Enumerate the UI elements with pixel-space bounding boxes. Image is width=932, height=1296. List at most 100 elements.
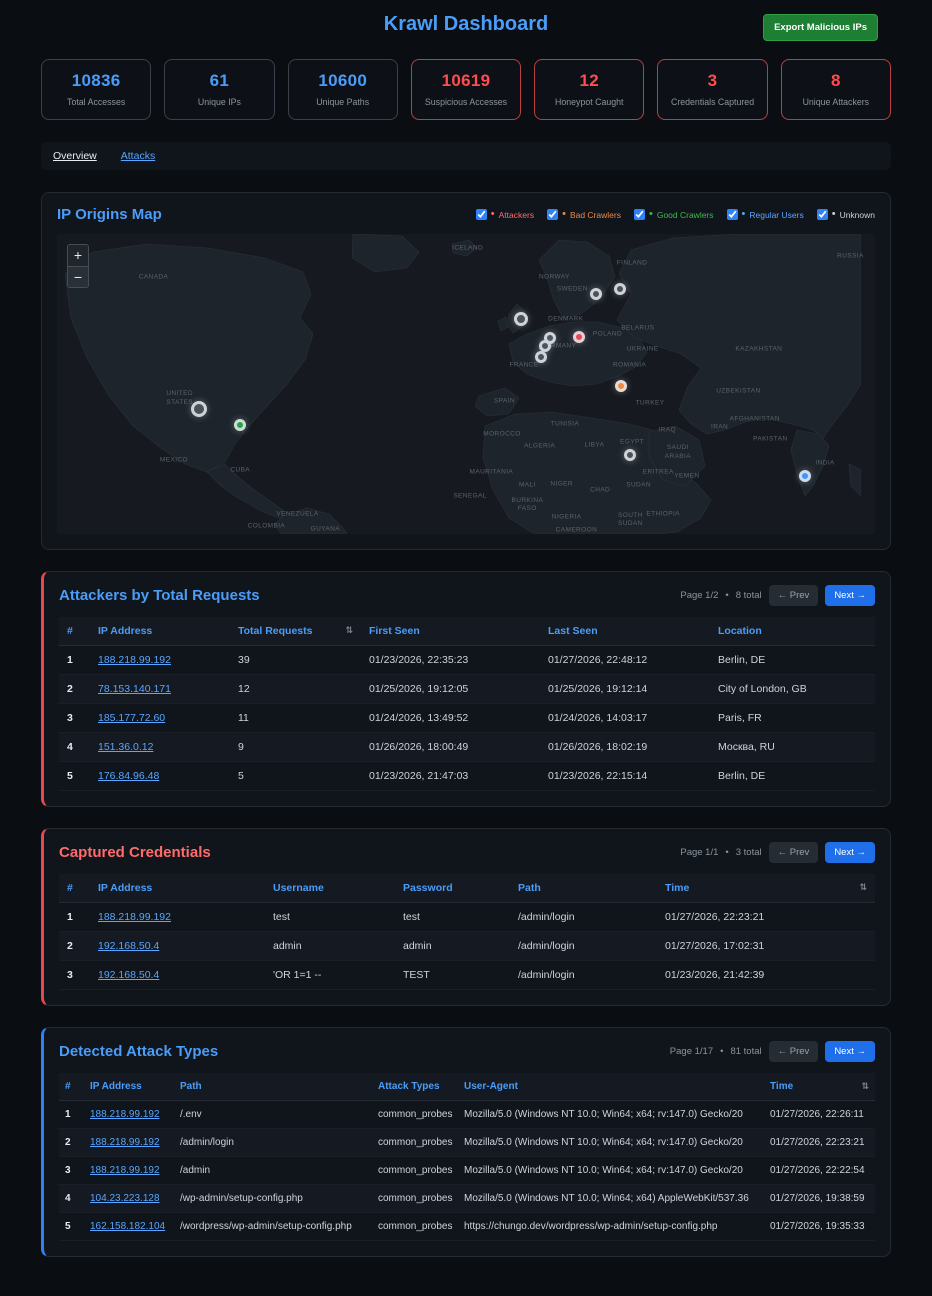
bullet-separator: • bbox=[720, 1046, 723, 1057]
stat-value: 8 bbox=[786, 71, 886, 91]
cell-path: /admin/login bbox=[174, 1129, 372, 1157]
next-button[interactable]: Next → bbox=[825, 585, 875, 606]
cell-first-seen: 01/23/2026, 22:35:23 bbox=[361, 646, 540, 675]
cell-location: Paris, FR bbox=[710, 704, 875, 733]
cell-ip-address: 176.84.96.48 bbox=[90, 762, 230, 791]
cell-location: City of London, GB bbox=[710, 675, 875, 704]
legend-checkbox-good-crawlers[interactable] bbox=[634, 209, 645, 220]
cell-col: 4 bbox=[59, 733, 90, 762]
stat-label: Unique Attackers bbox=[786, 97, 886, 107]
cell-username: test bbox=[265, 903, 395, 932]
column-header-ip-address: IP Address bbox=[90, 617, 230, 646]
legend-dot: • bbox=[832, 209, 836, 220]
column-header-path: Path bbox=[174, 1073, 372, 1101]
ip-link[interactable]: 188.218.99.192 bbox=[98, 911, 171, 923]
sort-icon[interactable]: ⇅ bbox=[345, 625, 353, 636]
map-marker-unknown[interactable] bbox=[535, 351, 547, 363]
ip-link[interactable]: 176.84.96.48 bbox=[98, 770, 159, 782]
world-map bbox=[57, 234, 861, 534]
table-row: 3192.168.50.4'OR 1=1 --TEST/admin/login0… bbox=[59, 961, 875, 990]
cell-time: 01/27/2026, 22:23:21 bbox=[657, 903, 875, 932]
legend-checkbox-attackers[interactable] bbox=[476, 209, 487, 220]
sort-icon[interactable]: ⇅ bbox=[861, 1081, 869, 1092]
cell-location: Berlin, DE bbox=[710, 646, 875, 675]
legend-checkbox-unknown[interactable] bbox=[817, 209, 828, 220]
column-header-total-requests[interactable]: Total Requests⇅ bbox=[230, 617, 361, 646]
map-marker-attacker[interactable] bbox=[573, 331, 585, 343]
stat-value: 3 bbox=[662, 71, 762, 91]
map-marker-unknown[interactable] bbox=[191, 401, 207, 417]
cell-col: 1 bbox=[59, 1101, 84, 1129]
stat-card-suspicious-accesses: 10619Suspicious Accesses bbox=[411, 59, 521, 120]
column-header-location: Location bbox=[710, 617, 875, 646]
cell-col: 2 bbox=[59, 932, 90, 961]
ip-link[interactable]: 162.158.182.104 bbox=[90, 1221, 165, 1232]
ip-link[interactable]: 188.218.99.192 bbox=[90, 1137, 160, 1148]
map-marker-good-crawler[interactable] bbox=[234, 419, 246, 431]
sort-icon[interactable]: ⇅ bbox=[859, 882, 867, 893]
map-marker-unknown[interactable] bbox=[514, 312, 528, 326]
ip-link[interactable]: 151.36.0.12 bbox=[98, 741, 153, 753]
map-marker-unknown[interactable] bbox=[614, 283, 626, 295]
ip-link[interactable]: 188.218.99.192 bbox=[90, 1165, 160, 1176]
table-row: 4104.23.223.128/wp-admin/setup-config.ph… bbox=[59, 1185, 875, 1213]
prev-button[interactable]: ← Prev bbox=[769, 842, 819, 863]
legend-checkbox-regular-users[interactable] bbox=[727, 209, 738, 220]
stat-card-honeypot-caught: 12Honeypot Caught bbox=[534, 59, 644, 120]
ip-link[interactable]: 188.218.99.192 bbox=[90, 1109, 160, 1120]
cell-password: admin bbox=[395, 932, 510, 961]
column-header-ip-address: IP Address bbox=[84, 1073, 174, 1101]
next-button[interactable]: Next → bbox=[825, 1041, 875, 1062]
cell-path: /admin bbox=[174, 1157, 372, 1185]
cell-col: 3 bbox=[59, 1157, 84, 1185]
ip-link[interactable]: 192.168.50.4 bbox=[98, 940, 159, 952]
next-button[interactable]: Next → bbox=[825, 842, 875, 863]
cell-time: 01/27/2026, 22:22:54 bbox=[764, 1157, 875, 1185]
tab-attacks[interactable]: Attacks bbox=[121, 150, 155, 162]
ip-link[interactable]: 185.177.72.60 bbox=[98, 712, 165, 724]
cell-time: 01/27/2026, 19:38:59 bbox=[764, 1185, 875, 1213]
map-canvas[interactable]: + − CANADAICELANDNORWAYSWEDENFINLANDRUSS… bbox=[57, 234, 875, 534]
map-marker-unknown[interactable] bbox=[624, 449, 636, 461]
cell-ip-address: 188.218.99.192 bbox=[84, 1129, 174, 1157]
cell-col: 3 bbox=[59, 704, 90, 733]
total-info: 81 total bbox=[730, 1046, 761, 1057]
column-header-last-seen: Last Seen bbox=[540, 617, 710, 646]
column-header-col: # bbox=[59, 617, 90, 646]
export-malicious-ips-button[interactable]: Export Malicious IPs bbox=[763, 14, 878, 41]
page-info: Page 1/2 bbox=[680, 590, 718, 601]
page-info: Page 1/1 bbox=[680, 847, 718, 858]
column-header-col: # bbox=[59, 1073, 84, 1101]
map-marker-bad-crawler[interactable] bbox=[615, 380, 627, 392]
legend-checkbox-bad-crawlers[interactable] bbox=[547, 209, 558, 220]
tab-overview[interactable]: Overview bbox=[53, 150, 97, 162]
stat-label: Unique IPs bbox=[169, 97, 269, 107]
ip-link[interactable]: 78.153.140.171 bbox=[98, 683, 171, 695]
map-marker-unknown[interactable] bbox=[590, 288, 602, 300]
table-row: 3185.177.72.601101/24/2026, 13:49:5201/2… bbox=[59, 704, 875, 733]
column-header-time[interactable]: Time⇅ bbox=[764, 1073, 875, 1101]
map-marker-regular-user[interactable] bbox=[799, 470, 811, 482]
ip-link[interactable]: 188.218.99.192 bbox=[98, 654, 171, 666]
prev-button[interactable]: ← Prev bbox=[769, 585, 819, 606]
credentials-title: Captured Credentials bbox=[59, 844, 211, 861]
prev-button[interactable]: ← Prev bbox=[769, 1041, 819, 1062]
legend-item-unknown: •Unknown bbox=[817, 209, 875, 220]
ip-origins-map-panel: IP Origins Map •Attackers•Bad Crawlers•G… bbox=[41, 192, 891, 550]
zoom-in-button[interactable]: + bbox=[68, 245, 88, 266]
cell-ip-address: 188.218.99.192 bbox=[84, 1157, 174, 1185]
zoom-out-button[interactable]: − bbox=[68, 266, 88, 287]
ip-link[interactable]: 104.23.223.128 bbox=[90, 1193, 160, 1204]
cell-last-seen: 01/25/2026, 19:12:14 bbox=[540, 675, 710, 704]
ip-link[interactable]: 192.168.50.4 bbox=[98, 969, 159, 981]
cell-location: Berlin, DE bbox=[710, 762, 875, 791]
legend-item-good-crawlers: •Good Crawlers bbox=[634, 209, 714, 220]
stat-card-unique-paths: 10600Unique Paths bbox=[288, 59, 398, 120]
stat-label: Unique Paths bbox=[293, 97, 393, 107]
stat-value: 10619 bbox=[416, 71, 516, 91]
cell-path: /.env bbox=[174, 1101, 372, 1129]
column-header-time[interactable]: Time⇅ bbox=[657, 874, 875, 903]
cell-location: Москва, RU bbox=[710, 733, 875, 762]
stat-card-total-accesses: 10836Total Accesses bbox=[41, 59, 151, 120]
column-header-first-seen: First Seen bbox=[361, 617, 540, 646]
